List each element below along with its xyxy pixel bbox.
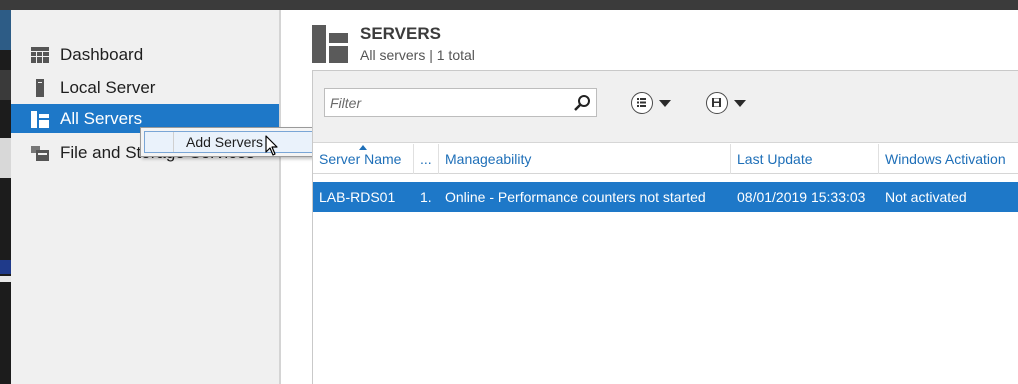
page-subtitle: All servers | 1 total: [360, 47, 475, 63]
column-header-last-update[interactable]: Last Update: [731, 144, 879, 174]
context-menu: Add Servers: [140, 127, 328, 157]
all-servers-icon: [31, 110, 49, 128]
list-options-icon: [631, 92, 653, 114]
servers-panel: Server Name ... Manageability Last Updat…: [312, 70, 1018, 384]
sort-ascending-icon: [359, 145, 367, 150]
sidebar-item-label: All Servers: [60, 108, 143, 128]
table-header: Server Name ... Manageability Last Updat…: [313, 144, 1018, 174]
table-row[interactable]: LAB-RDS01 1. Online - Performance counte…: [313, 182, 1018, 212]
page-title: SERVERS: [360, 24, 441, 43]
list-options-button[interactable]: [631, 92, 681, 114]
sidebar-divider: [279, 10, 281, 384]
sidebar: Dashboard Local Server All Servers File …: [11, 10, 279, 384]
column-header-more[interactable]: ...: [414, 144, 439, 174]
sidebar-item-label: Local Server: [60, 77, 156, 97]
dashboard-icon: [31, 46, 49, 63]
desktop-background: [0, 10, 11, 384]
chevron-down-icon: [734, 99, 746, 107]
servers-header-icon: [312, 25, 348, 63]
filter-input[interactable]: [325, 89, 565, 116]
top-bar: [0, 0, 1018, 10]
cell-manageability: Online - Performance counters not starte…: [445, 189, 706, 205]
toolbar: [313, 71, 1018, 143]
cell-more: 1.: [420, 189, 432, 205]
server-icon: [36, 78, 44, 97]
sidebar-item-dashboard[interactable]: Dashboard: [11, 40, 279, 69]
column-header-windows-activation[interactable]: Windows Activation: [879, 144, 1018, 174]
sidebar-item-label: Dashboard: [60, 44, 144, 64]
cell-windows-activation: Not activated: [885, 189, 967, 205]
cell-last-update: 08/01/2019 15:33:03: [737, 189, 866, 205]
filter-box: [324, 88, 597, 117]
context-menu-add-servers[interactable]: Add Servers: [144, 131, 324, 153]
mouse-pointer-icon: [265, 135, 278, 156]
column-header-server-name[interactable]: Server Name: [313, 144, 414, 174]
storage-icon: [31, 145, 49, 161]
context-menu-item-label: Add Servers: [186, 134, 264, 150]
column-header-manageability[interactable]: Manageability: [439, 144, 731, 174]
search-icon[interactable]: [573, 94, 591, 112]
save-query-icon: [706, 92, 728, 114]
sidebar-item-local-server[interactable]: Local Server: [11, 73, 279, 102]
save-query-button[interactable]: [706, 92, 756, 114]
chevron-down-icon: [659, 99, 671, 107]
cell-server-name: LAB-RDS01: [319, 189, 396, 205]
